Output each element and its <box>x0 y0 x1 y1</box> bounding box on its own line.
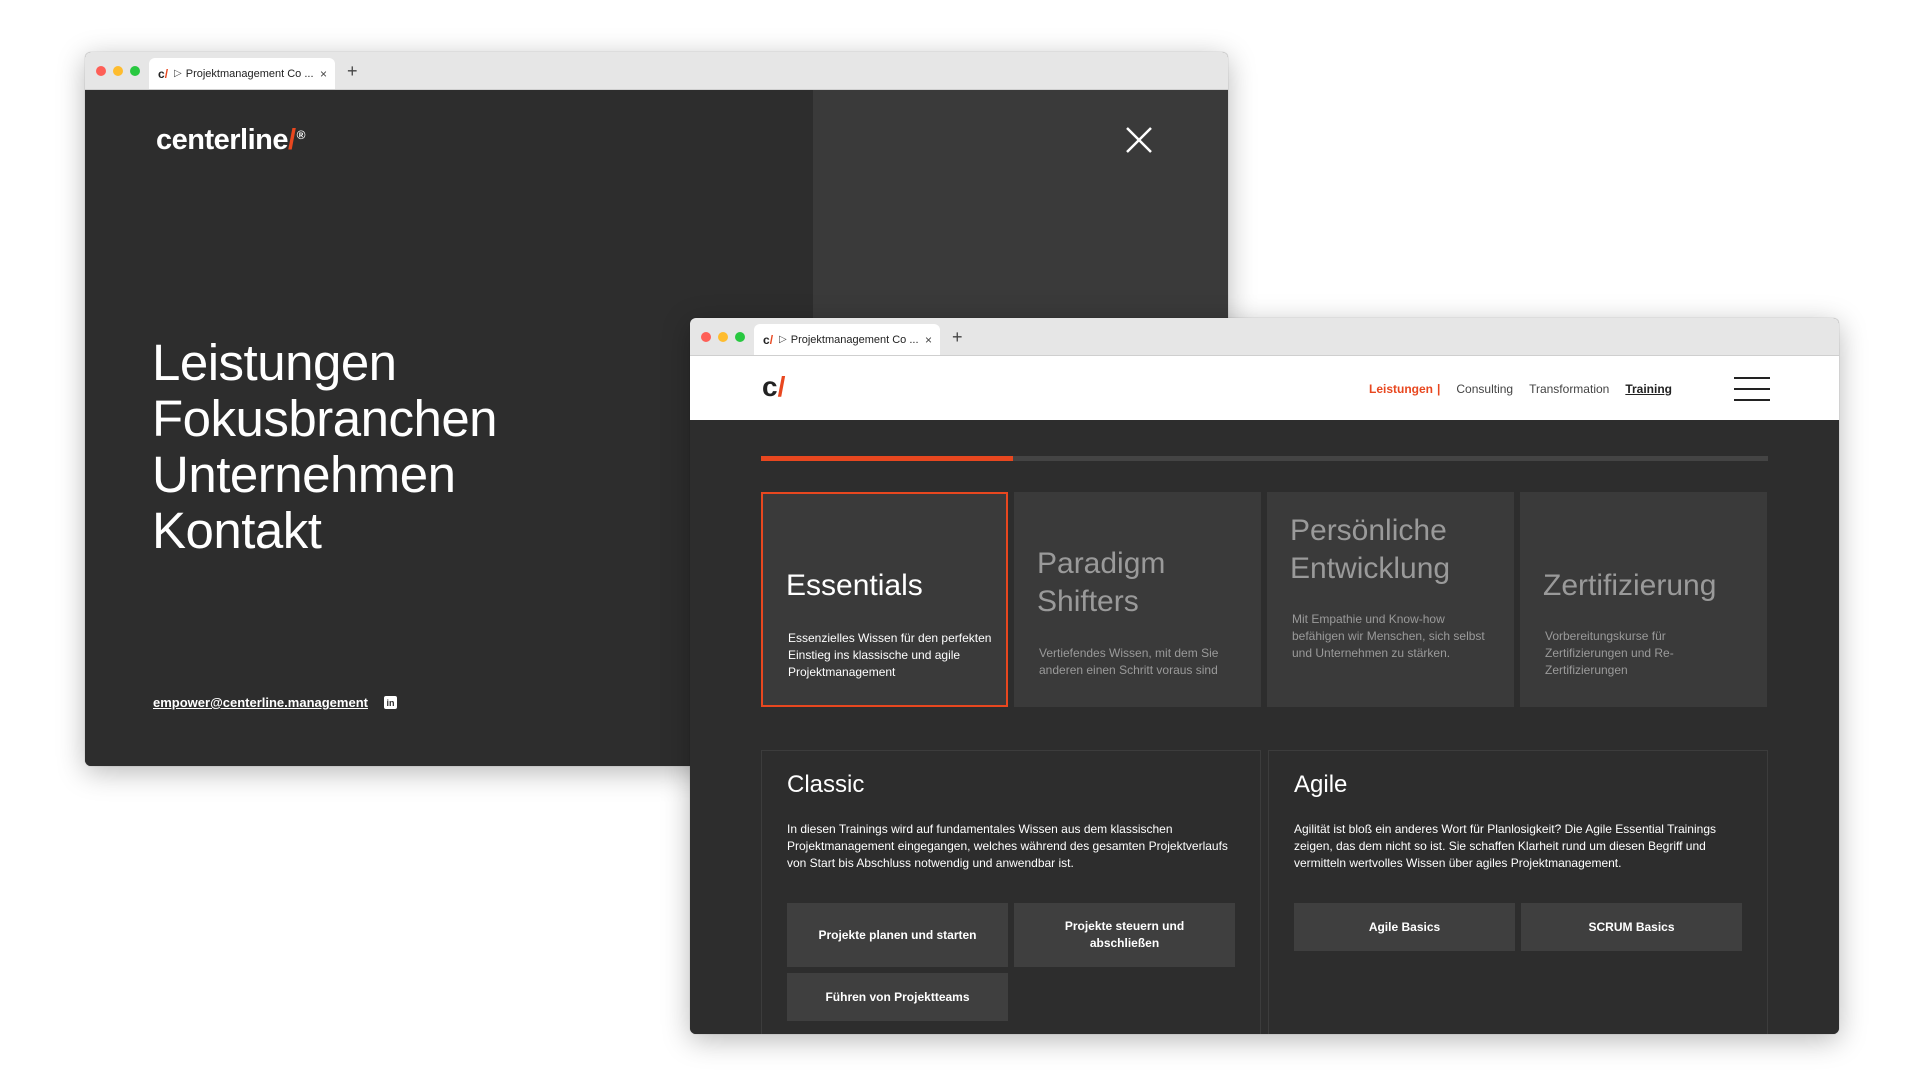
centerline-logo[interactable]: centerline/® <box>156 124 305 157</box>
linkedin-icon[interactable]: in <box>383 696 397 709</box>
logo-text: centerline <box>156 124 289 156</box>
menu-item-kontakt[interactable]: Kontakt <box>152 503 497 559</box>
panel-text: In diesen Trainings wird auf fundamental… <box>787 822 1228 870</box>
logo-slash: / <box>288 124 296 156</box>
top-nav: Leistungen | Consulting Transformation T… <box>1369 382 1672 396</box>
card-title: Paradigm Shifters <box>1037 547 1166 618</box>
browser-window-leistungen: c/ ▷ Projektmanagement Co ... × + c/ Lei… <box>690 318 1839 1034</box>
panel-buttons: Projekte planen und starten Projekte ste… <box>787 903 1237 1021</box>
btn-projekte-steuern[interactable]: Projekte steuern und abschließen <box>1014 903 1235 967</box>
card-description: Vorbereitungskurse für Zertifizierungen … <box>1545 629 1674 677</box>
training-panels: Classic In diesen Trainings wird auf fun… <box>761 750 1768 1034</box>
window-controls <box>96 66 140 76</box>
menu-item-unternehmen[interactable]: Unternehmen <box>152 447 497 503</box>
browser-tab-bar: c/ ▷ Projektmanagement Co ... × + <box>690 318 1839 356</box>
browser-tab-bar: c/ ▷ Projektmanagement Co ... × + <box>85 52 1228 90</box>
minimize-window-dot[interactable] <box>718 332 728 342</box>
close-window-dot[interactable] <box>701 332 711 342</box>
panel-title: Agile <box>1294 771 1348 798</box>
play-icon: ▷ <box>174 68 182 79</box>
new-tab-button[interactable]: + <box>952 327 963 348</box>
logo-c: c <box>762 371 778 402</box>
site-header: c/ Leistungen | Consulting Transformatio… <box>690 356 1839 420</box>
main-section: Essentials Essenzielles Wissen für den p… <box>690 420 1839 1034</box>
progress-track <box>761 456 1768 461</box>
browser-tab[interactable]: c/ ▷ Projektmanagement Co ... × <box>754 324 940 355</box>
close-icon[interactable] <box>1125 126 1153 154</box>
card-title: Zertifizierung <box>1543 569 1717 602</box>
tab-close-icon[interactable]: × <box>925 333 932 347</box>
minimize-window-dot[interactable] <box>113 66 123 76</box>
menu-item-leistungen[interactable]: Leistungen <box>152 335 497 391</box>
favicon-icon: c/ <box>158 66 169 81</box>
contact-row: empower@centerline.management in <box>153 695 397 710</box>
tab-title: Projektmanagement Co ... <box>185 67 314 80</box>
tab-title: Projektmanagement Co ... <box>790 333 919 346</box>
panel-agile: Agile Agilität ist bloß ein anderes Wort… <box>1268 750 1768 1034</box>
nav-consulting[interactable]: Consulting <box>1456 382 1513 396</box>
card-zertifizierung[interactable]: Zertifizierung Vorbereitungskurse für Ze… <box>1520 492 1767 707</box>
btn-fuehren-projektteams[interactable]: Führen von Projektteams <box>787 973 1008 1021</box>
close-window-dot[interactable] <box>96 66 106 76</box>
play-icon: ▷ <box>779 334 787 345</box>
btn-scrum-basics[interactable]: SCRUM Basics <box>1521 903 1742 951</box>
card-persoenliche-entwicklung[interactable]: Persönliche Entwicklung Mit Empathie und… <box>1267 492 1514 707</box>
hamburger-icon[interactable] <box>1734 377 1770 401</box>
card-title: Persönliche Entwicklung <box>1290 514 1451 585</box>
main-menu: Leistungen Fokusbranchen Unternehmen Kon… <box>152 335 498 559</box>
new-tab-button[interactable]: + <box>347 61 358 82</box>
favicon-icon: c/ <box>763 332 774 347</box>
logo-registered: ® <box>296 128 306 142</box>
panel-text: Agilität ist bloß ein anderes Wort für P… <box>1294 822 1716 870</box>
logo-slash: / <box>777 371 786 402</box>
nav-leistungen[interactable]: Leistungen <box>1369 382 1433 396</box>
card-essentials[interactable]: Essentials Essenzielles Wissen für den p… <box>761 492 1008 707</box>
nav-separator: | <box>1437 382 1441 396</box>
btn-projekte-planen[interactable]: Projekte planen und starten <box>787 903 1008 967</box>
tab-close-icon[interactable]: × <box>320 67 327 81</box>
maximize-window-dot[interactable] <box>735 332 745 342</box>
maximize-window-dot[interactable] <box>130 66 140 76</box>
window-controls <box>701 332 745 342</box>
nav-training[interactable]: Training <box>1625 382 1672 396</box>
panel-title: Classic <box>787 771 865 798</box>
progress-fill <box>761 456 1013 461</box>
card-description: Essenzielles Wissen für den perfekten Ei… <box>788 631 992 679</box>
page-content: c/ Leistungen | Consulting Transformatio… <box>690 356 1839 1034</box>
panel-buttons: Agile Basics SCRUM Basics <box>1294 903 1744 951</box>
panel-classic: Classic In diesen Trainings wird auf fun… <box>761 750 1261 1034</box>
nav-transformation[interactable]: Transformation <box>1529 382 1609 396</box>
card-title: Essentials <box>786 569 923 602</box>
browser-tab[interactable]: c/ ▷ Projektmanagement Co ... × <box>149 58 335 89</box>
email-link[interactable]: empower@centerline.management <box>153 695 368 710</box>
card-description: Mit Empathie und Know-how befähigen wir … <box>1292 612 1485 660</box>
btn-agile-basics[interactable]: Agile Basics <box>1294 903 1515 951</box>
category-cards: Essentials Essenzielles Wissen für den p… <box>761 492 1767 707</box>
card-paradigm-shifters[interactable]: Paradigm Shifters Vertiefendes Wissen, m… <box>1014 492 1261 707</box>
centerline-logo-short[interactable]: c/ <box>762 371 785 403</box>
menu-item-fokusbranchen[interactable]: Fokusbranchen <box>152 391 498 447</box>
card-description: Vertiefendes Wissen, mit dem Sie anderen… <box>1039 646 1219 677</box>
